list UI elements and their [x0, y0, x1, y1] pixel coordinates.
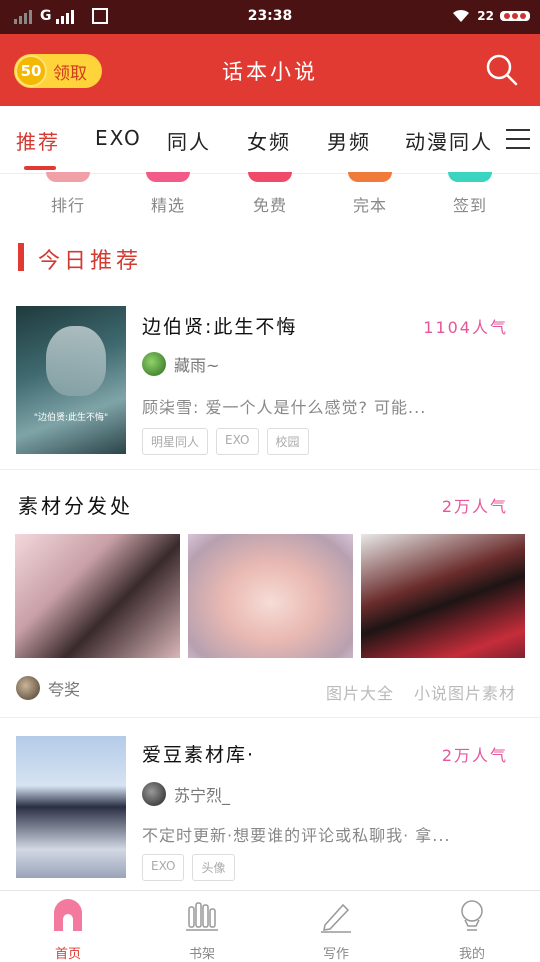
tab-fanfic[interactable]: 同人	[167, 126, 211, 155]
profile-icon	[461, 900, 483, 931]
section-title: 今日推荐	[38, 249, 143, 274]
tab-recommend[interactable]: 推荐	[16, 126, 60, 155]
book-cover: "边伯贤:此生不悔"	[16, 306, 126, 454]
author-row[interactable]: 夸奖	[16, 676, 80, 700]
shortcut-checkin[interactable]: 签到	[430, 172, 510, 216]
shortcut-completed[interactable]: 完本	[330, 172, 410, 216]
tag[interactable]: 头像	[192, 854, 235, 881]
author-name: 夸奖	[48, 680, 81, 699]
tag[interactable]: 图片大全	[326, 680, 394, 704]
tag[interactable]: 校园	[266, 428, 309, 455]
checkin-icon	[448, 172, 492, 182]
book-cover	[16, 736, 126, 878]
active-tab-indicator	[24, 166, 56, 170]
tabbar-home[interactable]: 首页	[28, 899, 108, 962]
cover-figure	[46, 326, 106, 396]
tabbar-label: 写作	[322, 947, 349, 962]
shortcut-featured[interactable]: 精选	[128, 172, 208, 216]
book-card[interactable]: 爱豆素材库· 2万人气 苏宁烈_ 不定时更新·想要谁的评论或私聊我· 拿... …	[0, 718, 540, 890]
app-header: 50 领取 话本小说	[0, 34, 540, 106]
tabbar-label: 首页	[54, 947, 81, 962]
popularity-count: 1104人气	[423, 318, 508, 337]
author-row[interactable]: 苏宁烈_	[142, 782, 230, 806]
home-icon	[54, 899, 82, 931]
category-tabs: 推荐 EXO 同人 女频 男频 动漫同人	[0, 106, 540, 174]
book-description: 顾柒雪: 爱一个人是什么感觉? 可能...	[142, 398, 427, 417]
book-title: 边伯贤:此生不悔	[142, 316, 298, 338]
shortcut-label: 排行	[50, 196, 85, 215]
shortcut-label: 免费	[252, 196, 287, 215]
wifi-icon	[453, 9, 470, 22]
author-row[interactable]: 藏雨~	[142, 352, 219, 376]
book-title: 素材分发处	[18, 494, 133, 518]
tab-male[interactable]: 男频	[327, 126, 371, 155]
app-title: 话本小说	[222, 60, 318, 84]
popularity-count: 2万人气	[441, 746, 508, 765]
status-bar: G 23:38 22	[0, 0, 540, 34]
author-name: 藏雨~	[174, 356, 220, 375]
featured-icon	[146, 172, 190, 182]
tag-list: EXO 头像	[142, 854, 235, 881]
search-icon[interactable]	[484, 52, 520, 88]
author-avatar	[16, 676, 40, 700]
tag[interactable]: 小说图片素材	[414, 680, 516, 704]
tag[interactable]: EXO	[142, 854, 185, 881]
popularity-count: 2万人气	[441, 497, 508, 516]
tabbar-bookshelf[interactable]: 书架	[162, 899, 242, 962]
completed-icon	[348, 172, 392, 182]
ranking-icon	[46, 172, 90, 182]
tabbar-label: 我的	[458, 947, 485, 962]
free-icon	[248, 172, 292, 182]
gallery-image[interactable]	[188, 534, 353, 658]
author-avatar	[142, 352, 166, 376]
tag-list: 图片大全 小说图片素材	[326, 680, 516, 704]
gallery-image[interactable]	[15, 534, 180, 658]
tabbar-write[interactable]: 写作	[296, 899, 376, 962]
section-marker	[18, 243, 24, 271]
shortcut-free[interactable]: 免费	[230, 172, 310, 216]
gallery-image[interactable]	[361, 534, 525, 658]
shortcut-label: 完本	[352, 196, 387, 215]
tab-female[interactable]: 女频	[247, 126, 291, 155]
author-avatar	[142, 782, 166, 806]
book-card[interactable]: "边伯贤:此生不悔" 边伯贤:此生不悔 1104人气 藏雨~ 顾柒雪: 爱一个人…	[0, 290, 540, 470]
bookshelf-icon	[186, 902, 218, 931]
battery-icon	[500, 11, 530, 21]
shortcut-label: 签到	[452, 196, 487, 215]
tabbar-label: 书架	[188, 947, 215, 962]
tag-list: 明星同人 EXO 校园	[142, 428, 309, 455]
tag[interactable]: 明星同人	[142, 428, 209, 455]
pencil-icon	[321, 903, 351, 933]
tab-anime-fanfic[interactable]: 动漫同人	[405, 126, 493, 155]
book-description: 不定时更新·想要谁的评论或私聊我· 拿...	[142, 826, 451, 845]
cover-caption: "边伯贤:此生不悔"	[33, 413, 109, 423]
battery-level: 22	[477, 9, 494, 23]
tabbar-profile[interactable]: 我的	[432, 899, 512, 962]
shortcut-label: 精选	[150, 196, 185, 215]
tag[interactable]: EXO	[216, 428, 259, 455]
menu-icon[interactable]	[506, 129, 530, 151]
tab-exo[interactable]: EXO	[95, 126, 142, 150]
shortcut-ranking[interactable]: 排行	[28, 172, 108, 216]
bottom-tab-bar: 首页 书架 写作 我的	[0, 890, 540, 962]
author-name: 苏宁烈_	[174, 786, 231, 805]
status-right: 22	[451, 8, 530, 24]
book-title: 爱豆素材库·	[142, 744, 256, 766]
